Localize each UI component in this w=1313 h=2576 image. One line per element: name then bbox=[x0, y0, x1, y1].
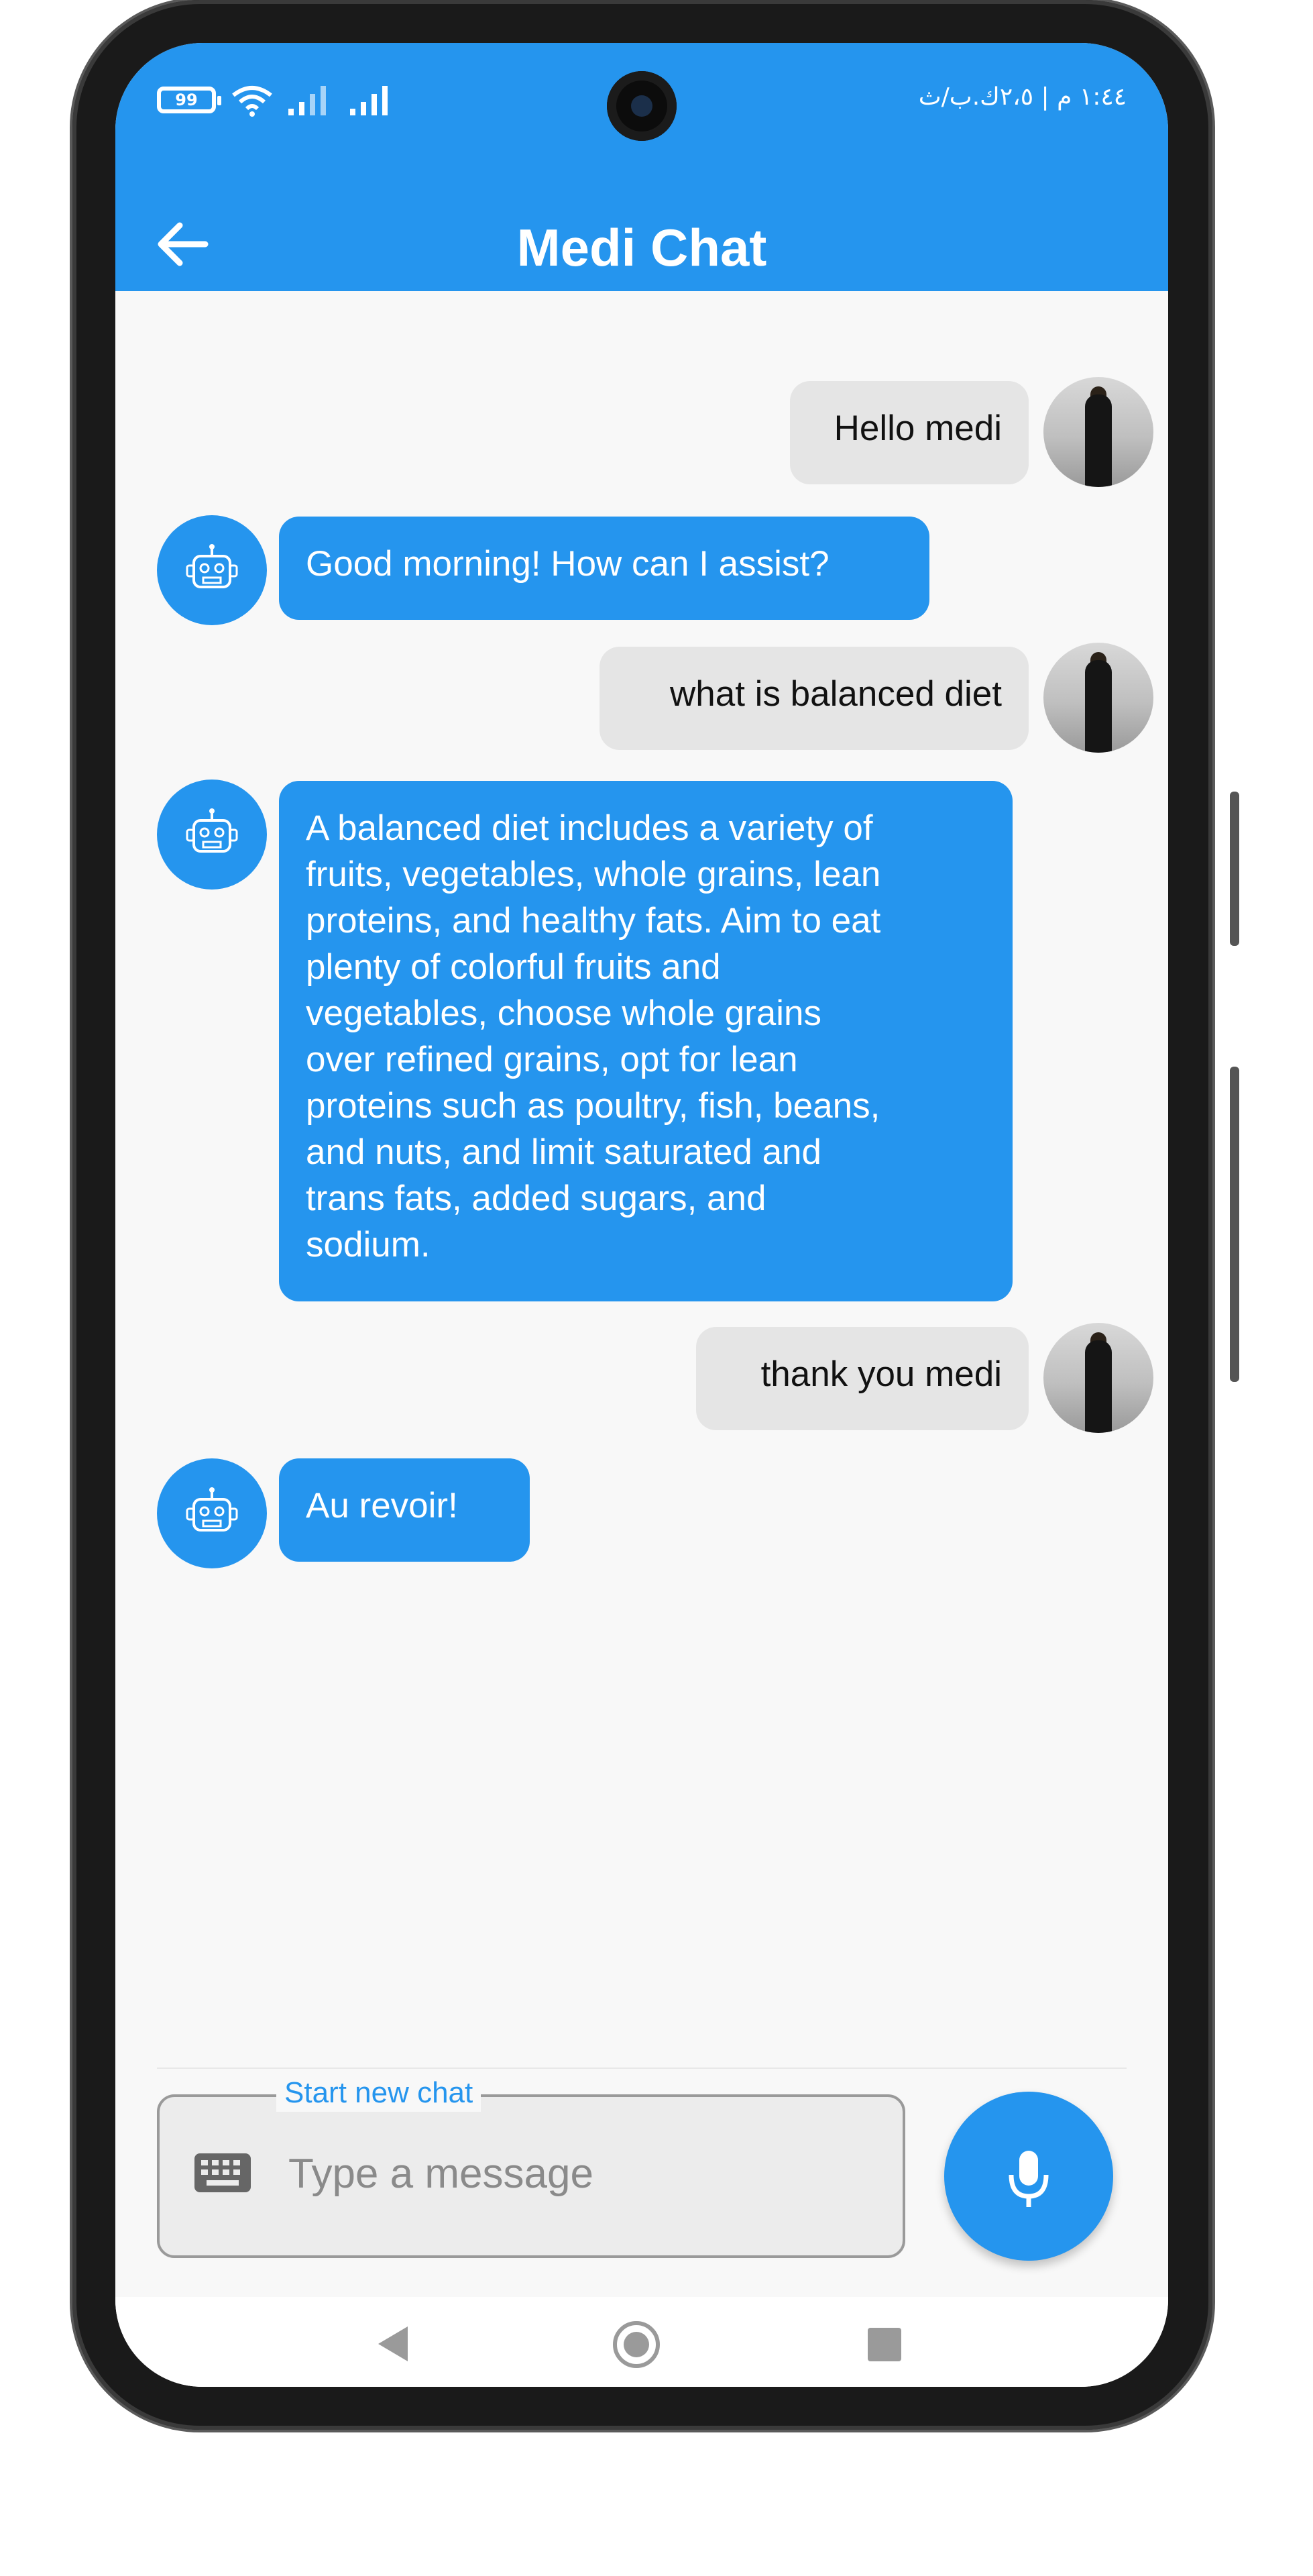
message-line: sodium. bbox=[306, 1225, 431, 1265]
message-line: proteins such as poultry, fish, beans, bbox=[306, 1086, 880, 1126]
microphone-button[interactable] bbox=[944, 2092, 1113, 2261]
page-title: Medi Chat bbox=[516, 218, 767, 277]
phone-power-button bbox=[1230, 1067, 1239, 1382]
app-bar: 99 ١:٤٤ م | ٢،٥ك.ب/ث Medi Chat bbox=[115, 43, 1168, 291]
wifi-icon bbox=[232, 86, 272, 117]
user-message-bubble: Hello medi bbox=[790, 381, 1029, 484]
message-line: over refined grains, opt for lean bbox=[306, 1040, 798, 1079]
robot-icon bbox=[186, 1487, 238, 1532]
message-input-placeholder[interactable]: Type a message bbox=[288, 2151, 593, 2198]
message-line: proteins, and healthy fats. Aim to eat bbox=[306, 901, 881, 941]
battery-icon: 99 bbox=[157, 87, 221, 113]
robot-icon bbox=[186, 544, 238, 588]
nav-home-button[interactable] bbox=[613, 2321, 660, 2368]
user-avatar bbox=[1043, 643, 1153, 753]
start-new-chat-label[interactable]: Start new chat bbox=[276, 2074, 481, 2112]
phone-screen: 99 ١:٤٤ م | ٢،٥ك.ب/ث Medi Chat Hello med… bbox=[115, 43, 1168, 2387]
signal-icon-2 bbox=[350, 86, 388, 115]
bot-message-bubble: Au revoir! bbox=[279, 1458, 530, 1562]
user-message-bubble: what is balanced diet bbox=[600, 647, 1029, 750]
status-icons: 99 bbox=[157, 83, 397, 117]
nav-back-button[interactable] bbox=[378, 2326, 408, 2361]
user-avatar bbox=[1043, 1323, 1153, 1433]
message-line: and nuts, and limit saturated and bbox=[306, 1132, 821, 1172]
message-line: trans fats, added sugars, and bbox=[306, 1179, 766, 1218]
status-time: ١:٤٤ م | ٢،٥ك.ب/ث bbox=[918, 83, 1127, 111]
message-line: vegetables, choose whole grains bbox=[306, 994, 821, 1033]
signal-icon-1 bbox=[288, 86, 326, 115]
bot-message-bubble: Good morning! How can I assist? bbox=[279, 517, 929, 620]
system-nav-bar bbox=[115, 2297, 1168, 2387]
bot-avatar bbox=[157, 515, 267, 625]
message-text: Au revoir! bbox=[306, 1486, 458, 1525]
message-text: Good morning! How can I assist? bbox=[306, 544, 830, 584]
bot-message-bubble: A balanced diet includes a variety of fr… bbox=[279, 781, 1013, 1301]
message-line: fruits, vegetables, whole grains, lean bbox=[306, 855, 881, 894]
robot-icon bbox=[186, 808, 238, 853]
message-text: Hello medi bbox=[834, 409, 1002, 448]
chat-messages[interactable]: Hello medi Good morning! How can I assis… bbox=[115, 291, 1168, 2062]
nav-recents-button[interactable] bbox=[868, 2328, 901, 2361]
user-message-bubble: thank you medi bbox=[696, 1327, 1029, 1430]
front-camera bbox=[607, 71, 677, 141]
bot-avatar bbox=[157, 1458, 267, 1568]
message-text: thank you medi bbox=[760, 1354, 1002, 1394]
keyboard-icon[interactable] bbox=[194, 2153, 251, 2192]
phone-volume-button bbox=[1230, 792, 1239, 946]
message-line: A balanced diet includes a variety of bbox=[306, 808, 873, 848]
user-avatar bbox=[1043, 377, 1153, 487]
message-line: plenty of colorful fruits and bbox=[306, 947, 721, 987]
microphone-icon bbox=[1009, 2151, 1049, 2207]
message-text: what is balanced diet bbox=[670, 674, 1002, 714]
composer-divider bbox=[157, 2068, 1127, 2069]
bot-avatar bbox=[157, 780, 267, 890]
